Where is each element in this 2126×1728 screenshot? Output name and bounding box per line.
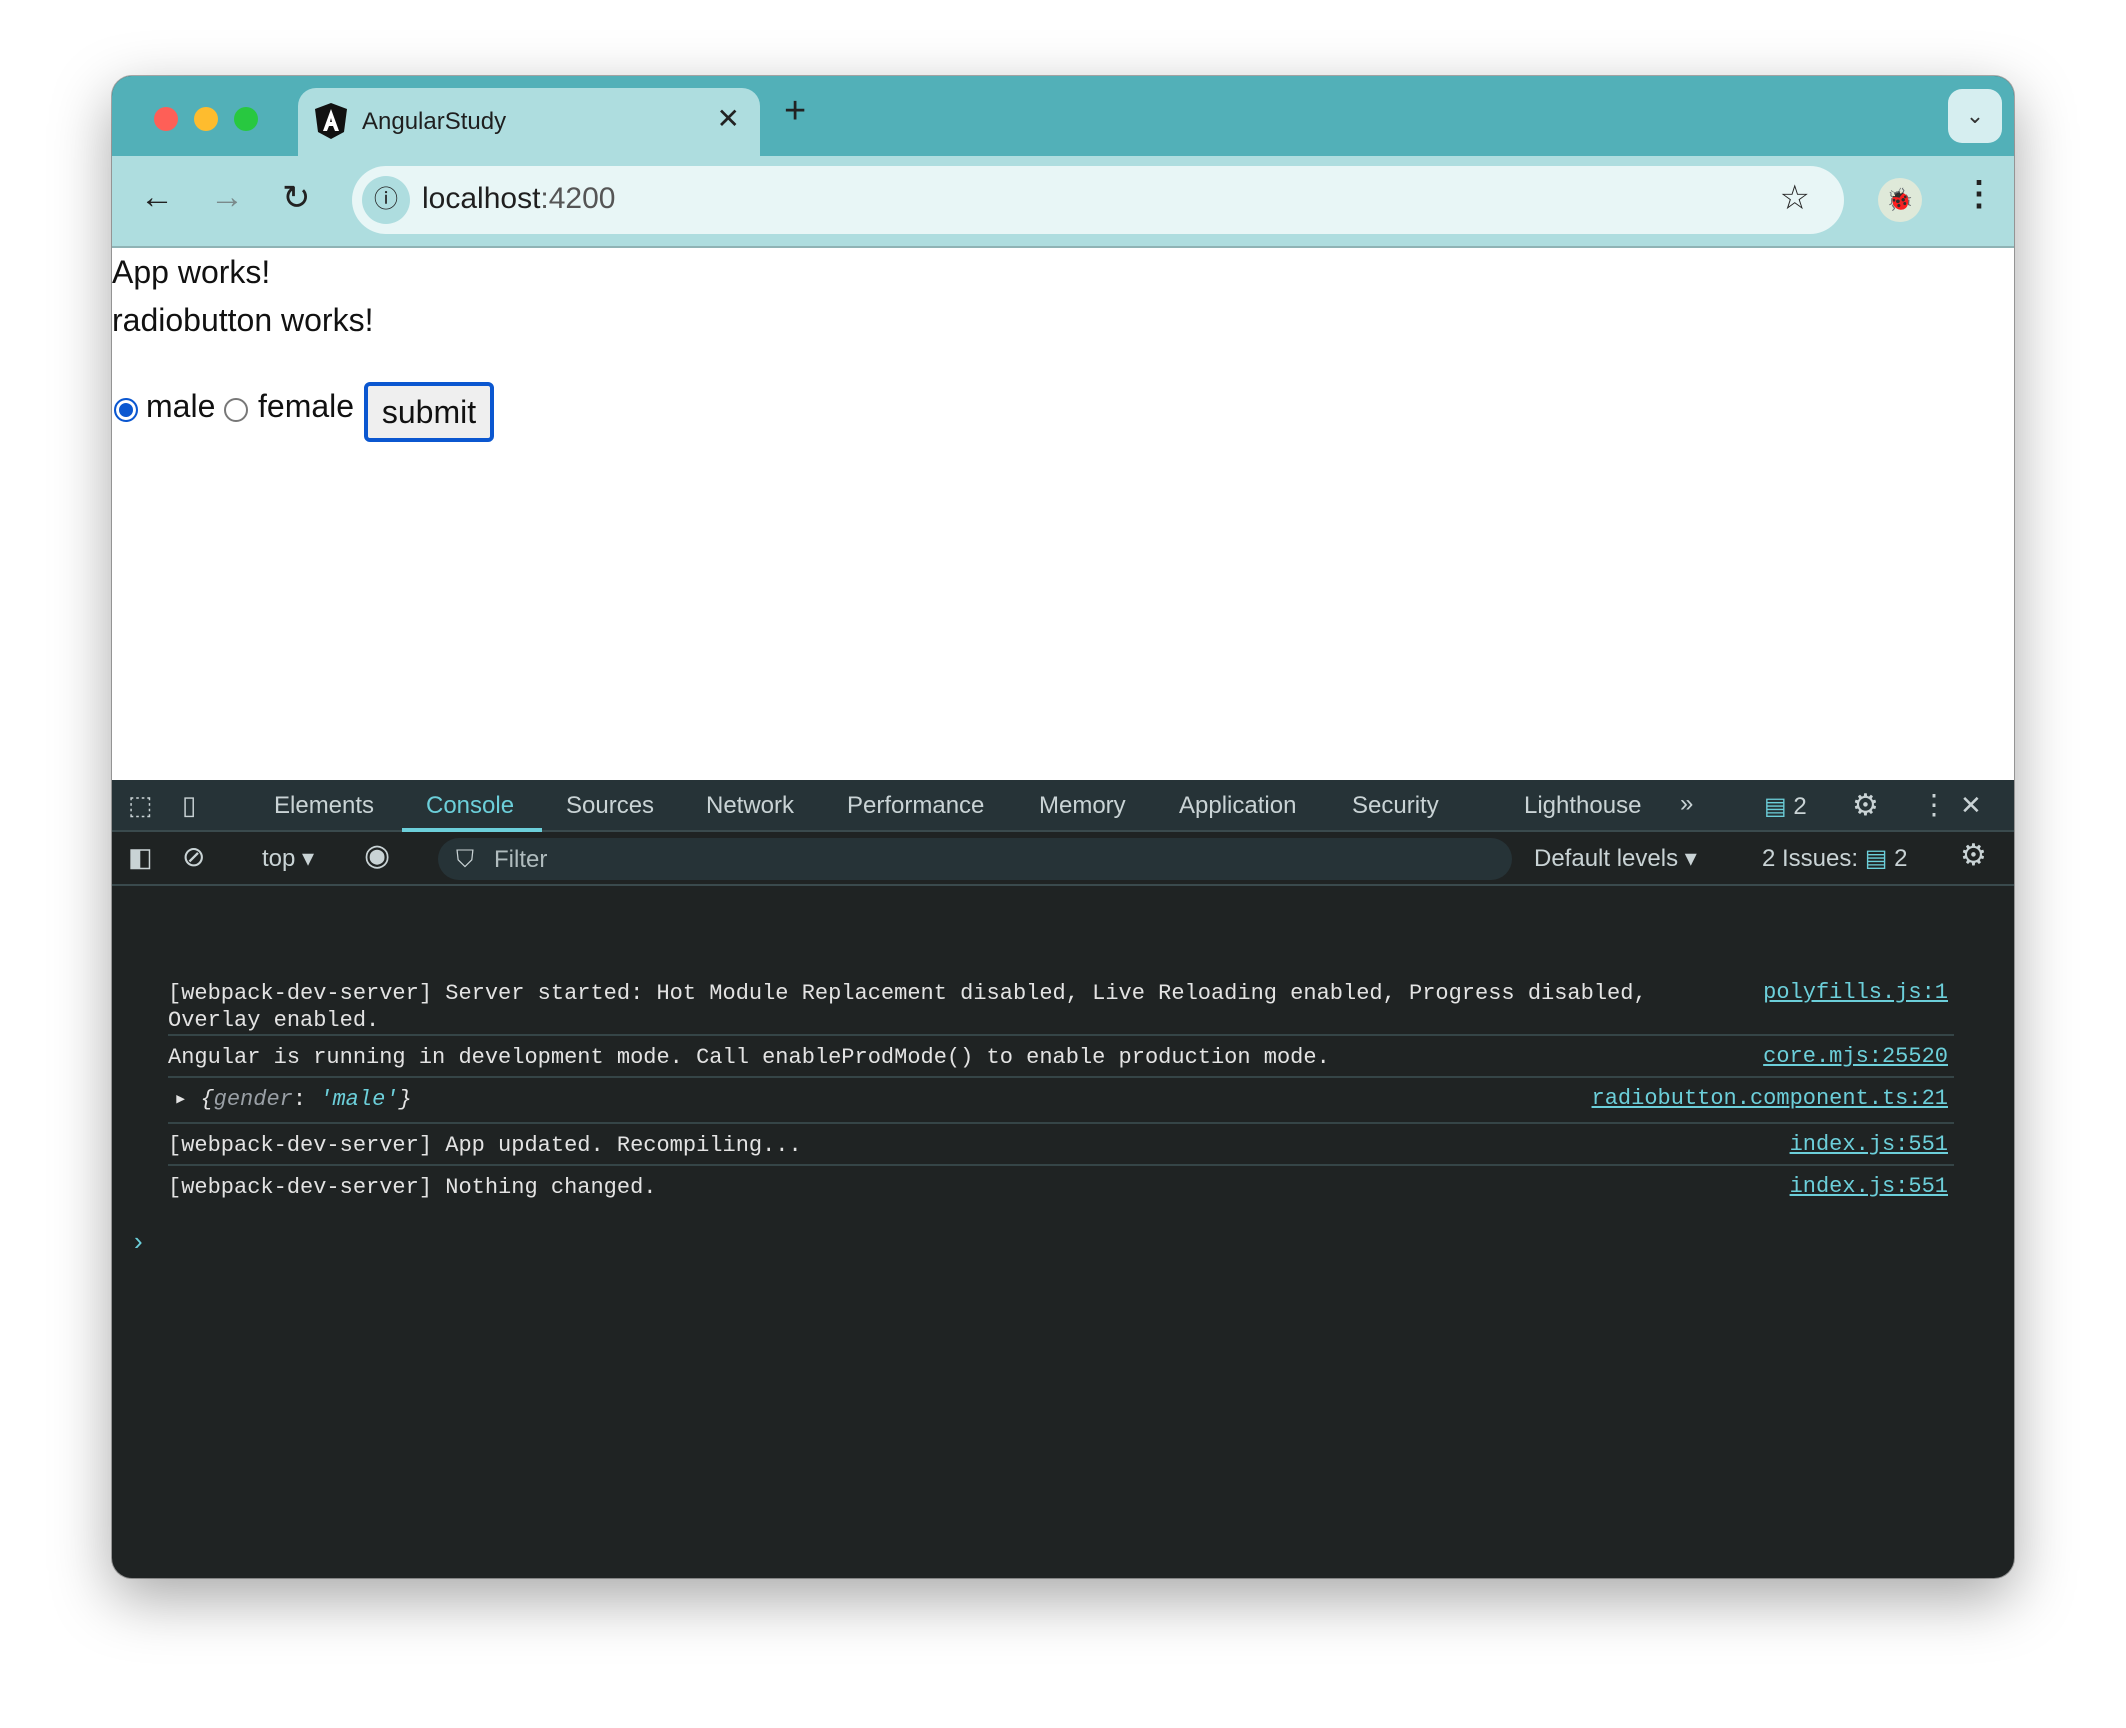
devtools-menu-icon[interactable]: ⋮ xyxy=(1920,788,1948,821)
female-label: female xyxy=(258,388,355,424)
tab-bar: AngularStudy ✕ + ⌄ xyxy=(112,76,2014,158)
console-prompt-icon[interactable]: › xyxy=(134,1226,143,1257)
minimize-window-button[interactable] xyxy=(194,107,218,131)
log-source-link[interactable]: index.js:551 xyxy=(1790,1174,1948,1199)
live-expression-eye-icon[interactable]: ◉ xyxy=(364,838,390,873)
console-toolbar: ◧ ⊘ top ▾ ◉ ⛉ Filter Default levels ▾ 2 … xyxy=(112,832,2014,886)
log-entry: Angular is running in development mode. … xyxy=(168,1036,1954,1078)
log-entry: [webpack-dev-server] Nothing changed. in… xyxy=(168,1166,1954,1208)
bookmark-star-icon[interactable]: ☆ xyxy=(1780,178,1810,218)
tab-security[interactable]: Security xyxy=(1352,792,1439,820)
console-settings-icon[interactable]: ⚙ xyxy=(1960,838,1987,873)
device-toolbar-icon[interactable]: ▯ xyxy=(182,790,196,821)
browser-window: AngularStudy ✕ + ⌄ ← → ↻ ⓘ localhost:420… xyxy=(112,76,2014,1578)
radiobutton-works-text: radiobutton works! xyxy=(112,302,374,338)
messages-icon[interactable]: ▤ 2 xyxy=(1764,792,1807,821)
filter-icon: ⛉ xyxy=(456,846,474,873)
tab-elements[interactable]: Elements xyxy=(274,792,374,820)
male-label: male xyxy=(146,388,216,424)
tab-memory[interactable]: Memory xyxy=(1039,792,1126,820)
log-entry: [webpack-dev-server] App updated. Recomp… xyxy=(168,1124,1954,1166)
expand-triangle-icon[interactable]: ▸ xyxy=(174,1087,187,1112)
page-content: App works! radiobutton works! male femal… xyxy=(112,248,2014,780)
angular-icon xyxy=(315,103,347,139)
inspect-element-icon[interactable]: ⬚ xyxy=(128,790,153,821)
issues-button[interactable]: 2 Issues: ▤ 2 xyxy=(1762,844,1907,873)
address-bar[interactable]: ⓘ localhost:4200 ☆ xyxy=(352,166,1844,234)
browser-toolbar: ← → ↻ ⓘ localhost:4200 ☆ 🐞 ⋮ xyxy=(112,156,2014,248)
tab-console[interactable]: Console xyxy=(426,792,514,820)
tab-sources[interactable]: Sources xyxy=(566,792,654,820)
log-source-link[interactable]: radiobutton.component.ts:21 xyxy=(1592,1086,1948,1111)
log-message: [webpack-dev-server] Server started: Hot… xyxy=(168,981,1647,1033)
log-message: [webpack-dev-server] App updated. Recomp… xyxy=(168,1133,802,1158)
male-radio[interactable] xyxy=(114,398,138,422)
new-tab-icon[interactable]: + xyxy=(784,90,806,133)
browser-tab[interactable]: AngularStudy ✕ xyxy=(298,88,760,158)
profile-avatar[interactable]: 🐞 xyxy=(1878,178,1922,222)
log-source-link[interactable]: index.js:551 xyxy=(1790,1132,1948,1157)
back-icon[interactable]: ← xyxy=(140,178,174,217)
devtools-tabbar: ⬚ ▯ Elements Console Sources Network Per… xyxy=(112,780,2014,832)
log-levels-dropdown[interactable]: Default levels ▾ xyxy=(1534,844,1697,873)
tab-performance[interactable]: Performance xyxy=(847,792,984,820)
log-message: Angular is running in development mode. … xyxy=(168,1045,1330,1070)
forward-icon[interactable]: → xyxy=(210,178,244,217)
object-preview[interactable]: ▸ {gender: 'male'} xyxy=(174,1086,412,1113)
clear-console-icon[interactable]: ⊘ xyxy=(182,840,205,873)
settings-gear-icon[interactable]: ⚙ xyxy=(1852,788,1879,823)
log-source-link[interactable]: polyfills.js:1 xyxy=(1763,980,1948,1005)
app-works-text: App works! xyxy=(112,254,271,290)
browser-menu-icon[interactable]: ⋮ xyxy=(1962,174,1996,214)
maximize-window-button[interactable] xyxy=(234,107,258,131)
close-devtools-icon[interactable]: ✕ xyxy=(1960,790,1982,821)
close-tab-icon[interactable]: ✕ xyxy=(717,102,740,135)
log-source-link[interactable]: core.mjs:25520 xyxy=(1763,1044,1948,1069)
url-text: localhost:4200 xyxy=(422,182,616,215)
tab-title: AngularStudy xyxy=(362,108,507,135)
site-info-icon[interactable]: ⓘ xyxy=(362,176,410,224)
log-entry-object[interactable]: ▸ {gender: 'male'} radiobutton.component… xyxy=(168,1078,1954,1124)
log-entry: [webpack-dev-server] Server started: Hot… xyxy=(168,972,1954,1036)
tab-network[interactable]: Network xyxy=(706,792,794,820)
more-tabs-icon[interactable]: » xyxy=(1680,790,1693,818)
context-selector[interactable]: top ▾ xyxy=(262,844,314,873)
sidebar-toggle-icon[interactable]: ◧ xyxy=(128,842,153,873)
tab-application[interactable]: Application xyxy=(1179,792,1296,820)
submit-button[interactable]: submit xyxy=(364,382,494,442)
reload-icon[interactable]: ↻ xyxy=(282,178,311,218)
tab-search-button[interactable]: ⌄ xyxy=(1948,89,2002,143)
filter-placeholder: Filter xyxy=(494,846,548,873)
tab-lighthouse[interactable]: Lighthouse xyxy=(1524,792,1641,820)
log-message: [webpack-dev-server] Nothing changed. xyxy=(168,1175,657,1200)
filter-input[interactable]: ⛉ Filter xyxy=(438,838,1512,880)
close-window-button[interactable] xyxy=(154,107,178,131)
female-radio[interactable] xyxy=(224,398,248,422)
